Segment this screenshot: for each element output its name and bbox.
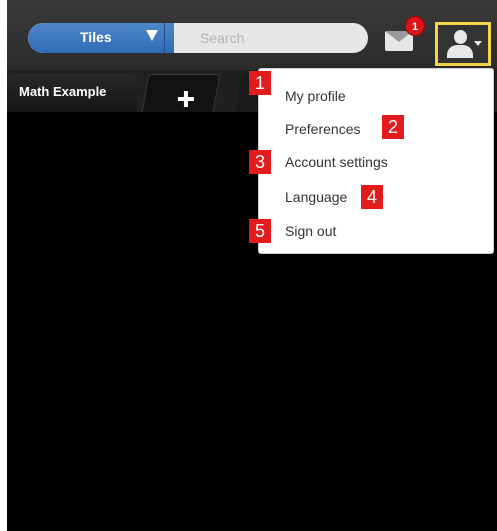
menu-item-language[interactable]: Language	[285, 189, 347, 205]
step-marker-4: 4	[361, 185, 383, 209]
step-marker-5: 5	[249, 219, 271, 243]
tab-math-example[interactable]: Math Example	[7, 74, 137, 112]
user-icon	[454, 30, 467, 44]
menu-item-sign-out[interactable]: Sign out	[285, 223, 336, 239]
search-group: Tiles	[28, 23, 368, 53]
chevron-down-icon	[474, 41, 482, 46]
step-marker-1: 1	[249, 71, 271, 95]
tiles-selector[interactable]: Tiles	[28, 23, 174, 53]
step-marker-3: 3	[249, 150, 271, 174]
tiles-label: Tiles	[80, 29, 112, 45]
selector-divider	[164, 23, 165, 53]
caret-down-icon	[146, 30, 158, 41]
user-menu-button[interactable]	[435, 22, 491, 66]
user-icon-body	[447, 45, 473, 58]
user-dropdown-menu: My profile Preferences Account settings …	[258, 68, 494, 254]
step-marker-2: 2	[382, 115, 404, 139]
plus-icon	[178, 91, 194, 107]
add-tab-button[interactable]	[141, 74, 221, 112]
tab-label: Math Example	[19, 84, 107, 99]
mail-button[interactable]: 1	[383, 16, 425, 56]
menu-item-my-profile[interactable]: My profile	[285, 88, 346, 104]
top-bar: Tiles 1	[7, 0, 497, 70]
search-input[interactable]	[176, 23, 366, 53]
menu-item-preferences[interactable]: Preferences	[285, 121, 360, 137]
mail-badge: 1	[405, 16, 425, 36]
menu-item-account-settings[interactable]: Account settings	[285, 154, 388, 170]
